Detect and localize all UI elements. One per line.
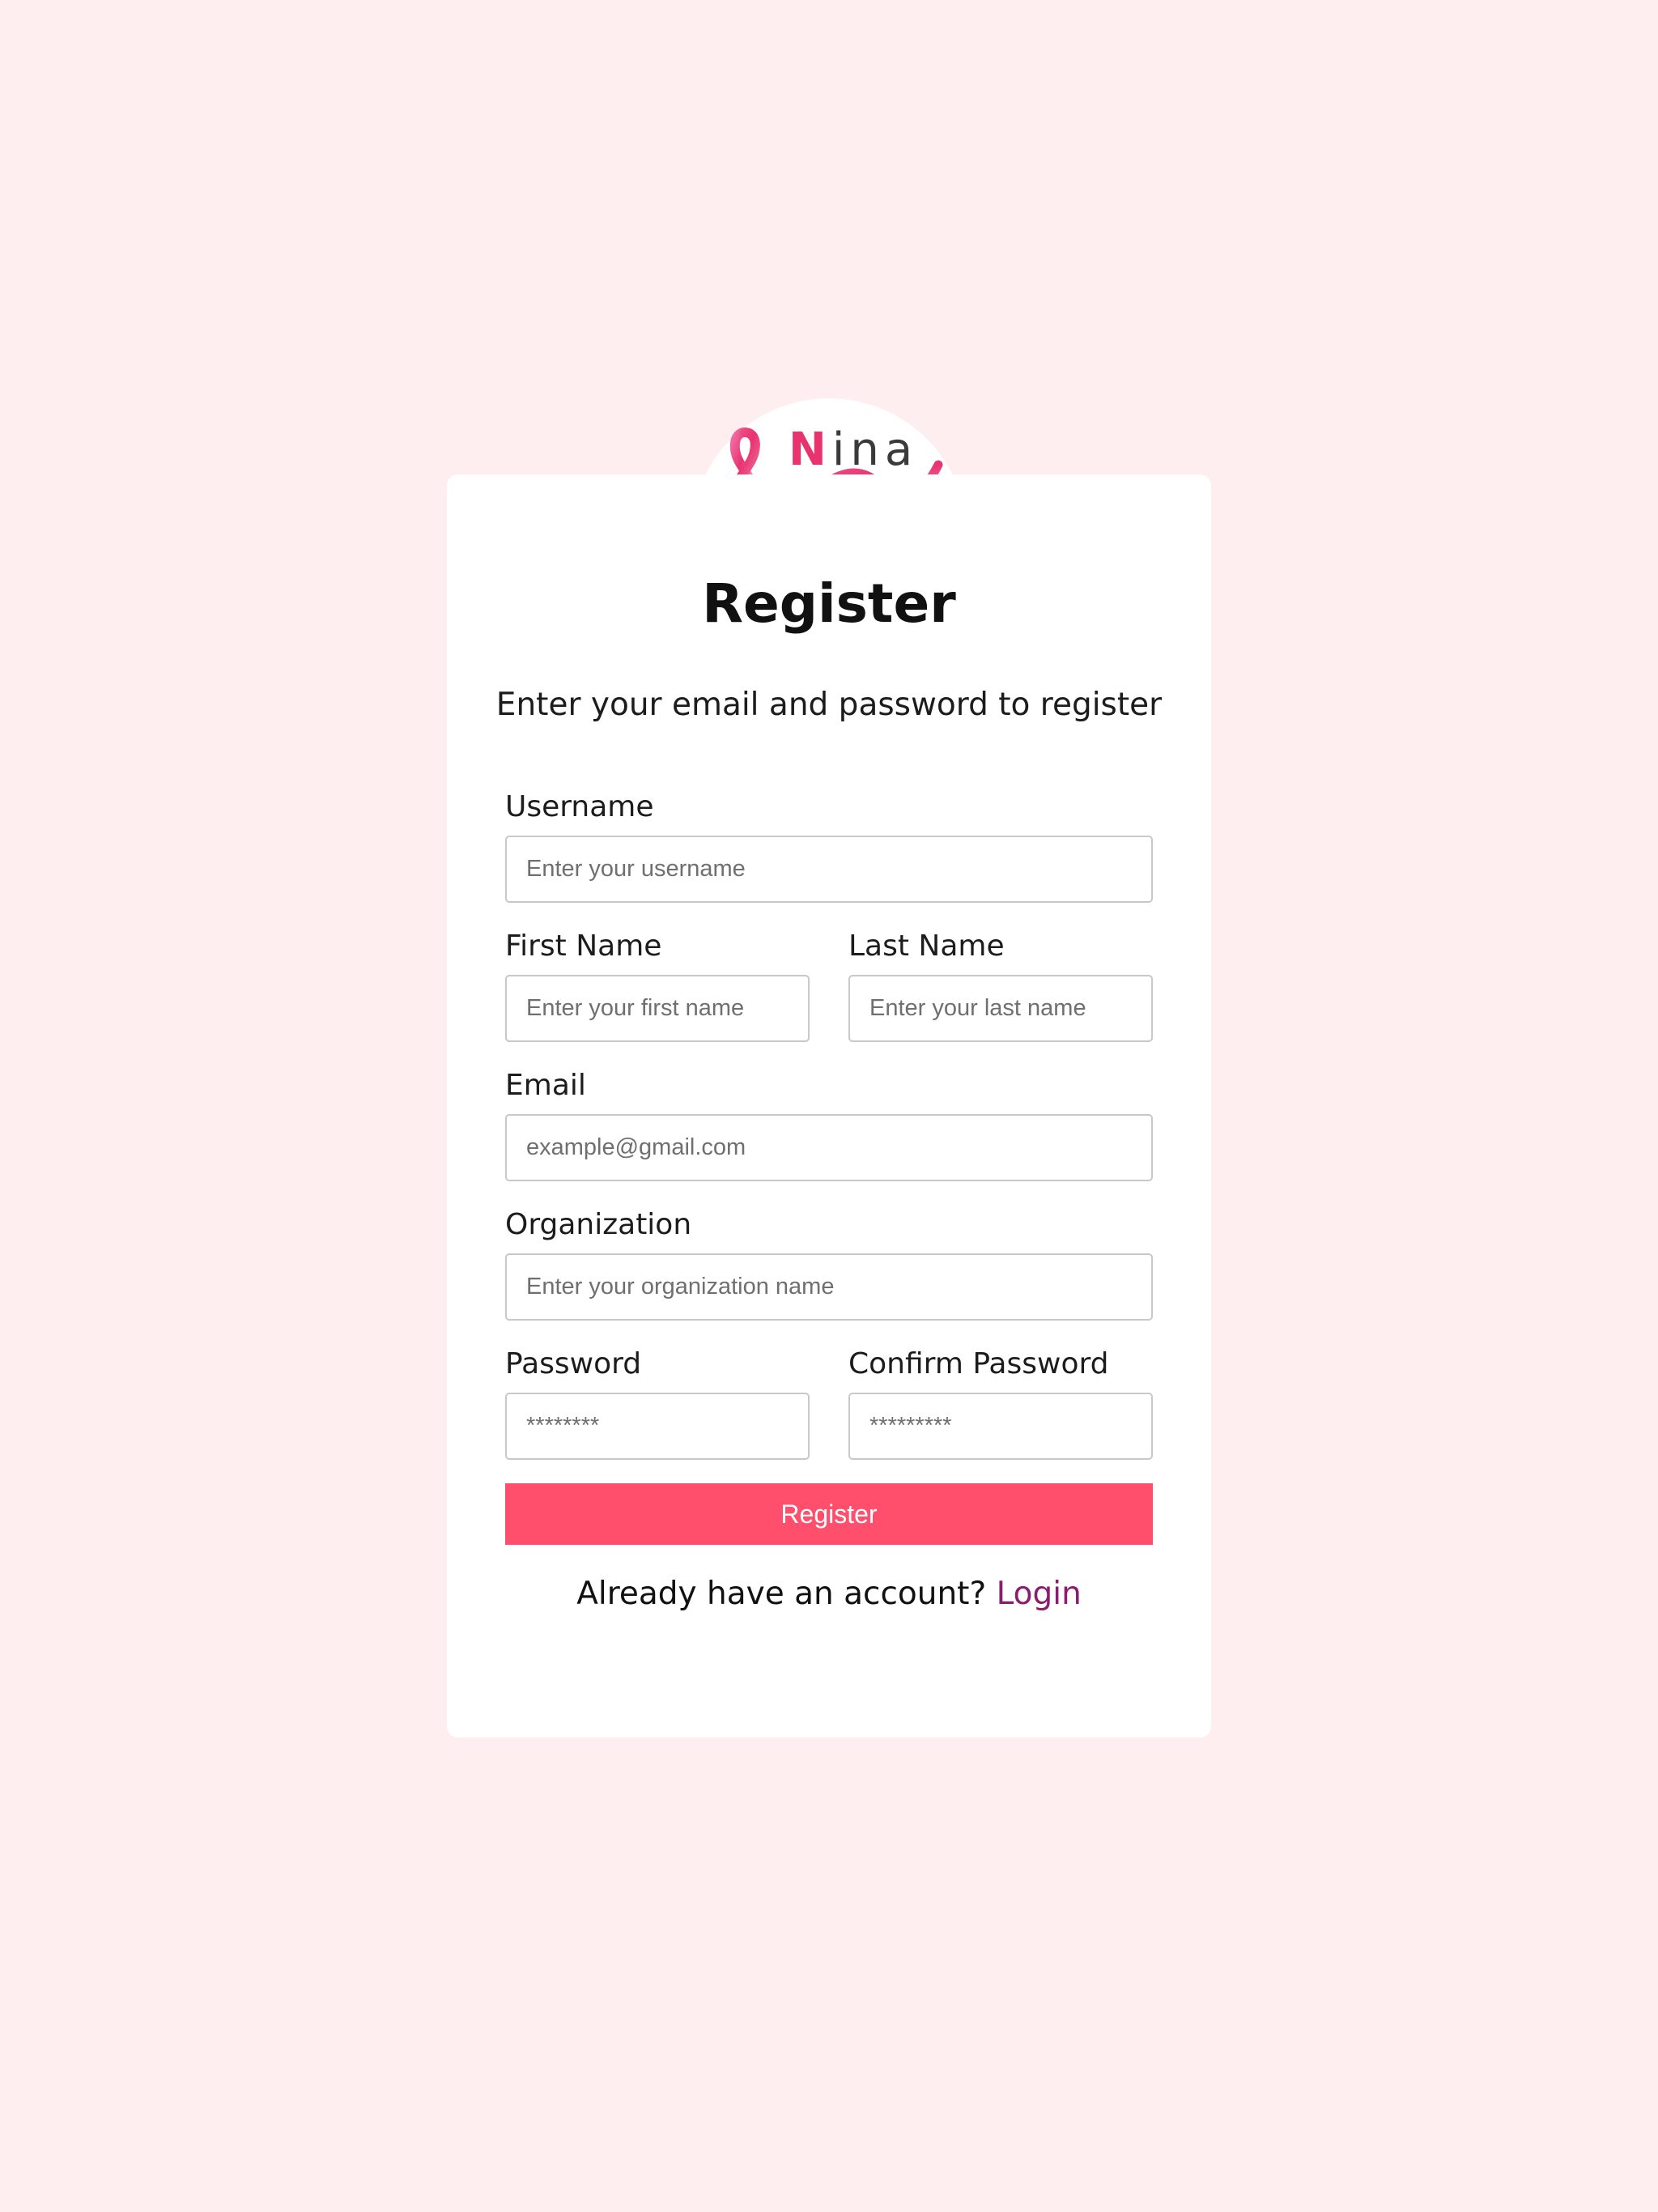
email-label: Email bbox=[505, 1069, 586, 1102]
organization-input[interactable] bbox=[505, 1253, 1153, 1321]
email-input[interactable] bbox=[505, 1114, 1153, 1181]
password-input[interactable] bbox=[505, 1393, 810, 1460]
confirm-password-input[interactable] bbox=[848, 1393, 1153, 1460]
organization-label: Organization bbox=[505, 1208, 692, 1241]
last-name-label: Last Name bbox=[848, 929, 1005, 963]
login-link[interactable]: Login bbox=[997, 1576, 1082, 1612]
login-prompt-text: Already have an account? bbox=[576, 1576, 987, 1612]
login-prompt: Already have an account? Login bbox=[447, 1576, 1211, 1614]
confirm-password-label: Confirm Password bbox=[848, 1347, 1109, 1380]
username-label: Username bbox=[505, 790, 654, 823]
first-name-input[interactable] bbox=[505, 975, 810, 1042]
page-title: Register bbox=[702, 572, 956, 635]
register-button[interactable]: Register bbox=[505, 1483, 1153, 1545]
brand-initial: N bbox=[789, 423, 832, 476]
password-label: Password bbox=[505, 1347, 642, 1380]
page-subtitle: Enter your email and password to registe… bbox=[495, 687, 1163, 723]
register-card: Register Enter your email and password t… bbox=[447, 474, 1211, 1738]
last-name-input[interactable] bbox=[848, 975, 1153, 1042]
username-input[interactable] bbox=[505, 836, 1153, 903]
brand-name-rest: ina bbox=[831, 423, 919, 476]
first-name-label: First Name bbox=[505, 929, 662, 963]
brand-wordmark: Nina bbox=[789, 428, 918, 473]
